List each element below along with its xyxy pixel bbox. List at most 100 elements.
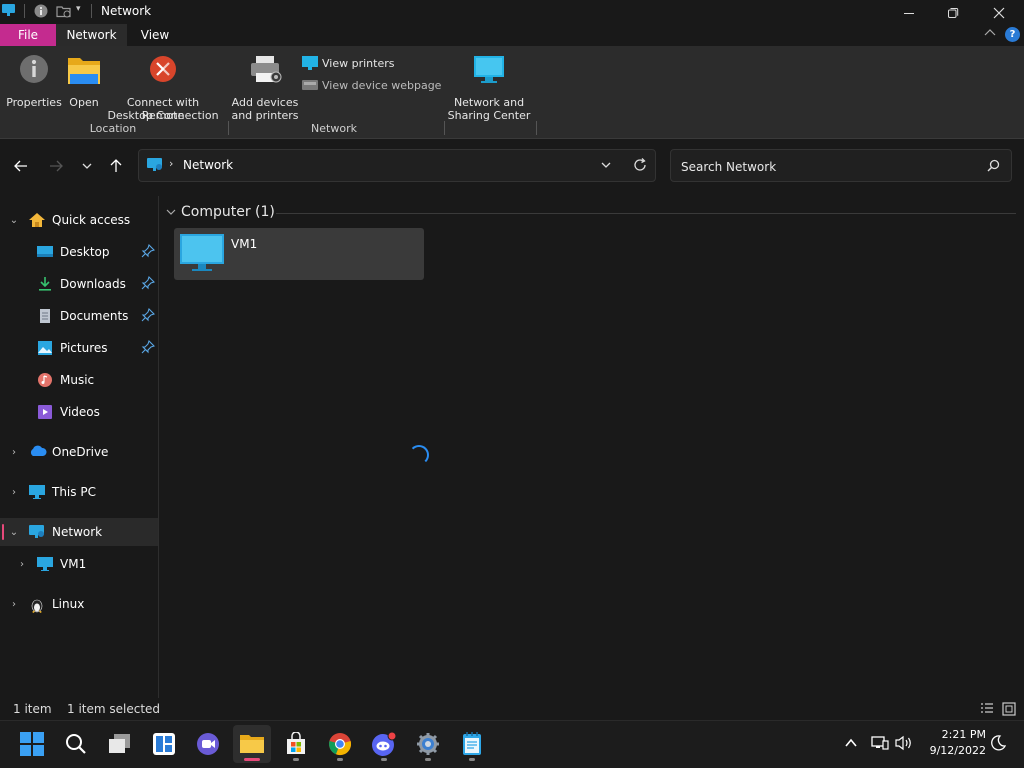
- discord-icon: [372, 732, 397, 756]
- view-printers-button[interactable]: View printers: [302, 54, 432, 72]
- breadcrumb-separator-icon[interactable]: ›: [169, 157, 173, 170]
- window-title: Network: [101, 4, 152, 18]
- network-icon: [29, 525, 45, 539]
- settings-button[interactable]: [409, 725, 447, 763]
- volume-icon[interactable]: [895, 735, 913, 754]
- back-button[interactable]: [8, 153, 34, 179]
- minimize-button[interactable]: [886, 0, 932, 26]
- system-clock[interactable]: 2:21 PM 9/12/2022: [920, 727, 986, 759]
- running-app-indicator: [337, 758, 343, 761]
- clock-date: 9/12/2022: [929, 744, 986, 757]
- microsoft-store-button[interactable]: [277, 725, 315, 763]
- quick-access-toolbar-dropdown-icon[interactable]: ▾: [76, 4, 81, 14]
- tab-file[interactable]: File: [0, 24, 56, 46]
- pin-icon[interactable]: [141, 275, 156, 293]
- help-icon[interactable]: ?: [1005, 27, 1020, 42]
- show-hidden-icons-button[interactable]: [845, 737, 857, 751]
- file-explorer-taskbar-button[interactable]: [233, 725, 271, 763]
- tab-view[interactable]: View: [127, 24, 183, 46]
- search-icon[interactable]: [987, 159, 1000, 175]
- nav-label: VM1: [60, 557, 87, 571]
- task-view-icon: [109, 734, 130, 753]
- chevron-right-icon[interactable]: ›: [15, 559, 29, 570]
- teams-chat-button[interactable]: [189, 725, 227, 763]
- back-arrow-icon: [14, 160, 27, 172]
- forward-button[interactable]: [43, 153, 69, 179]
- nav-quick-access[interactable]: ⌄ Quick access: [0, 206, 158, 234]
- chevron-down-icon[interactable]: [166, 208, 176, 216]
- running-app-indicator: [469, 758, 475, 761]
- nav-downloads[interactable]: Downloads: [0, 270, 158, 298]
- nav-this-pc[interactable]: › This PC: [0, 478, 158, 506]
- search-input[interactable]: [679, 156, 983, 178]
- discord-button[interactable]: [365, 725, 403, 763]
- restore-button[interactable]: [930, 0, 976, 26]
- chevron-right-icon[interactable]: ›: [7, 487, 21, 498]
- add-devices-label-line2: and printers: [231, 109, 299, 122]
- large-icons-view-icon: [1002, 702, 1016, 716]
- network-monitor-icon: [474, 56, 504, 83]
- nav-onedrive[interactable]: › OneDrive: [0, 438, 158, 466]
- focus-assist-moon-icon[interactable]: [990, 735, 1007, 754]
- onedrive-cloud-icon: [29, 445, 47, 459]
- open-button[interactable]: Open: [64, 52, 104, 112]
- file-item-name: VM1: [231, 237, 258, 251]
- breadcrumb-network[interactable]: Network: [183, 158, 233, 172]
- nav-music[interactable]: Music: [0, 366, 158, 394]
- nav-pictures[interactable]: Pictures: [0, 334, 158, 362]
- task-view-button[interactable]: [101, 725, 139, 763]
- chevron-up-icon: [845, 738, 857, 747]
- group-header-computer[interactable]: Computer (1): [166, 204, 1016, 222]
- network-sharing-center-button[interactable]: Network and Sharing Center: [446, 52, 532, 122]
- status-bar: 1 item 1 item selected: [0, 698, 1024, 720]
- properties-label: Properties: [6, 96, 62, 109]
- recent-locations-button[interactable]: [74, 153, 100, 179]
- nav-desktop[interactable]: Desktop: [0, 238, 158, 266]
- remote-desktop-button[interactable]: Connect with Remote Desktop Connection: [104, 52, 222, 122]
- widgets-button[interactable]: [145, 725, 183, 763]
- chrome-button[interactable]: [321, 725, 359, 763]
- nav-videos[interactable]: Videos: [0, 398, 158, 426]
- chrome-icon: [329, 733, 352, 756]
- chevron-down-icon[interactable]: ⌄: [7, 527, 21, 538]
- network-status-icon[interactable]: [871, 735, 889, 754]
- notepad-button[interactable]: [453, 725, 491, 763]
- nav-documents[interactable]: Documents: [0, 302, 158, 330]
- up-arrow-icon: [110, 159, 122, 172]
- details-view-button[interactable]: [980, 702, 994, 719]
- properties-quick-icon[interactable]: [34, 4, 48, 18]
- view-device-webpage-button[interactable]: View device webpage: [302, 76, 442, 94]
- start-button[interactable]: [13, 725, 51, 763]
- details-view-icon: [981, 703, 993, 713]
- refresh-button[interactable]: [633, 158, 647, 175]
- close-button[interactable]: [976, 0, 1022, 26]
- add-devices-button[interactable]: Add devices and printers: [230, 52, 300, 122]
- chevron-down-icon[interactable]: ⌄: [7, 215, 21, 226]
- up-button[interactable]: [103, 153, 129, 179]
- nav-linux[interactable]: › Linux: [0, 590, 158, 618]
- chevron-right-icon[interactable]: ›: [7, 447, 21, 458]
- pin-icon[interactable]: [141, 339, 156, 357]
- new-folder-quick-icon[interactable]: [56, 4, 72, 18]
- address-history-dropdown[interactable]: [601, 158, 611, 172]
- pin-icon[interactable]: [141, 307, 156, 325]
- chevron-right-icon[interactable]: ›: [7, 599, 21, 610]
- taskbar-search-button[interactable]: [57, 725, 95, 763]
- nav-network[interactable]: ⌄ Network: [0, 518, 158, 546]
- tiles-view-button[interactable]: [1002, 702, 1016, 719]
- collapse-ribbon-icon[interactable]: [984, 27, 996, 42]
- search-box[interactable]: [670, 149, 1012, 182]
- chat-icon: [197, 733, 219, 755]
- tab-network[interactable]: Network: [56, 24, 127, 46]
- running-app-indicator: [381, 758, 387, 761]
- taskbar: 2:21 PM 9/12/2022: [0, 720, 1024, 768]
- ribbon-group-location: Location: [89, 122, 137, 135]
- nav-vm1[interactable]: › VM1: [0, 550, 158, 578]
- properties-button[interactable]: Properties: [4, 52, 64, 112]
- ribbon-group-separator: [228, 121, 229, 135]
- file-item[interactable]: VM1: [174, 228, 424, 280]
- address-bar[interactable]: › Network: [138, 149, 656, 182]
- network-location-icon: [147, 158, 162, 171]
- pin-icon[interactable]: [141, 243, 156, 261]
- nav-label: Linux: [52, 597, 85, 611]
